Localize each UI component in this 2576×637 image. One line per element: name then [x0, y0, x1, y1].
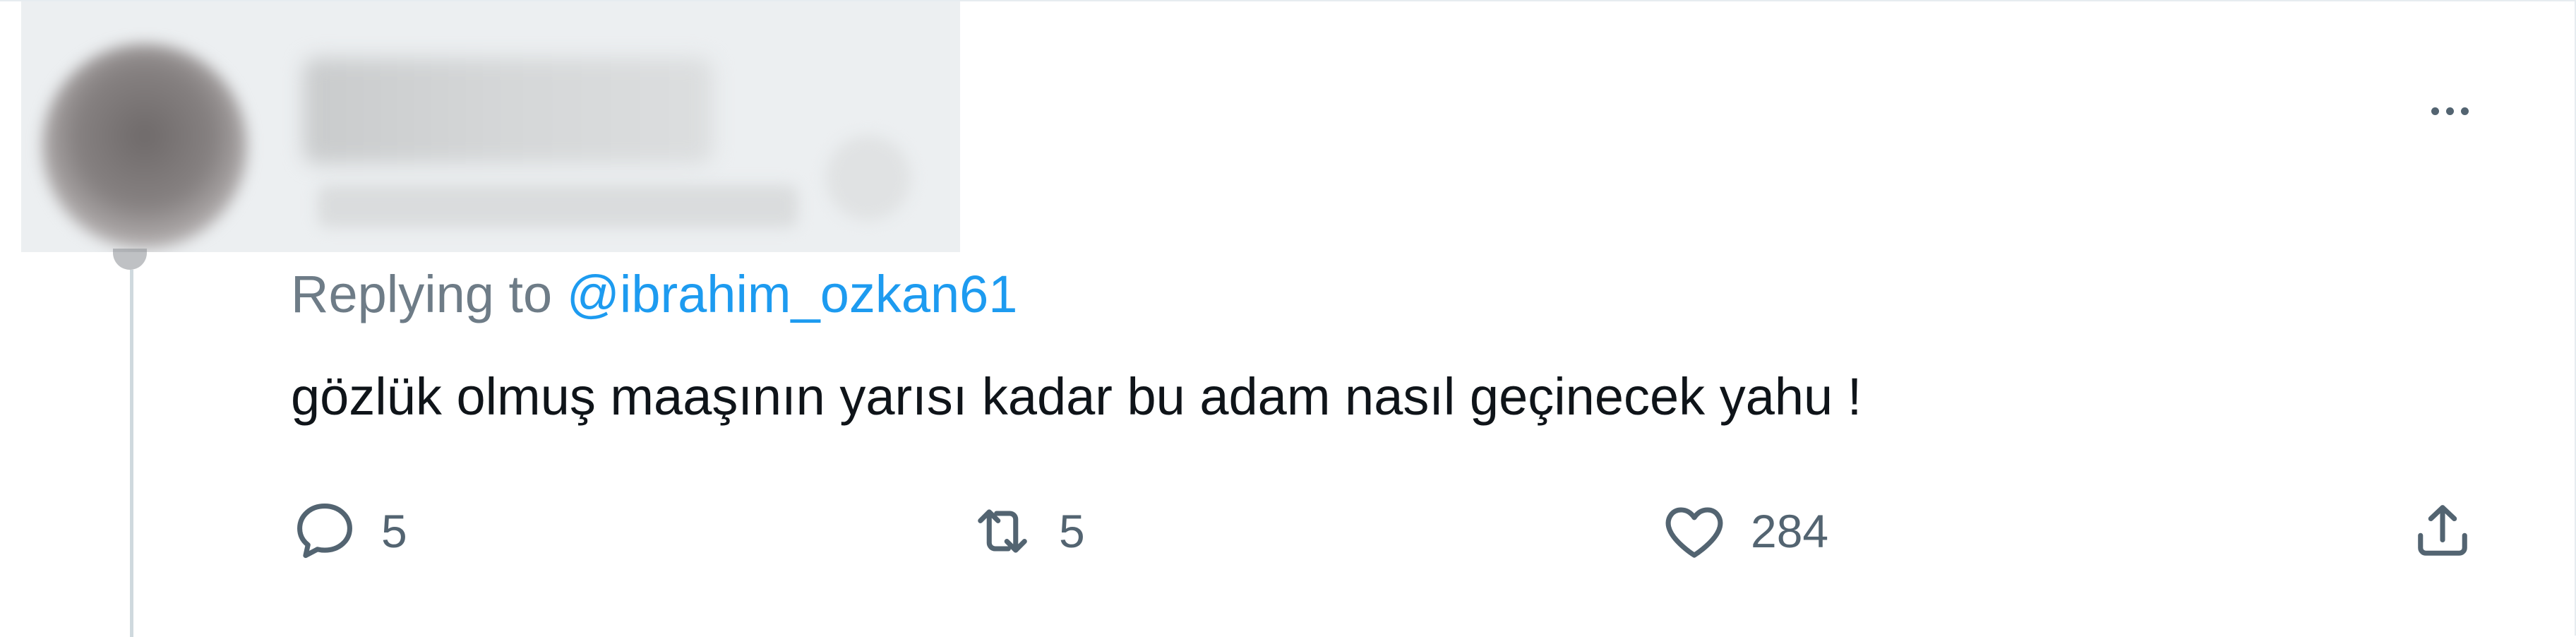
blurred-badge: [826, 136, 911, 220]
more-options-button[interactable]: [2407, 86, 2492, 136]
blurred-handle: [318, 185, 798, 227]
retweet-icon: [978, 509, 1027, 553]
reply-icon: [297, 504, 352, 559]
like-button[interactable]: 284: [1659, 489, 1828, 573]
retweet-count: 5: [1059, 505, 1085, 557]
thread-line: [130, 270, 133, 637]
retweet-button[interactable]: 5: [967, 489, 1085, 573]
tweet-card[interactable]: Replying to @ibrahim_ozkan61 gözlük olmu…: [0, 0, 2576, 637]
like-count: 284: [1751, 505, 1829, 557]
tweet-text: gözlük olmuş maaşının yarısı kadar bu ad…: [291, 367, 1862, 426]
share-button[interactable]: [2407, 489, 2478, 573]
share-icon: [2418, 505, 2467, 556]
blurred-author-header: [21, 1, 960, 252]
replying-to-line: Replying to @ibrahim_ozkan61: [291, 259, 1017, 330]
blurred-display-name: [304, 58, 713, 164]
reply-button[interactable]: 5: [289, 489, 407, 573]
reply-count: 5: [381, 505, 407, 557]
replying-to-label: Replying to: [291, 265, 567, 323]
avatar[interactable]: [42, 44, 247, 249]
heart-icon: [1665, 507, 1723, 558]
more-icon: [2431, 107, 2439, 115]
avatar-edge: [113, 249, 147, 270]
replied-user-link[interactable]: @ibrahim_ozkan61: [567, 265, 1018, 323]
